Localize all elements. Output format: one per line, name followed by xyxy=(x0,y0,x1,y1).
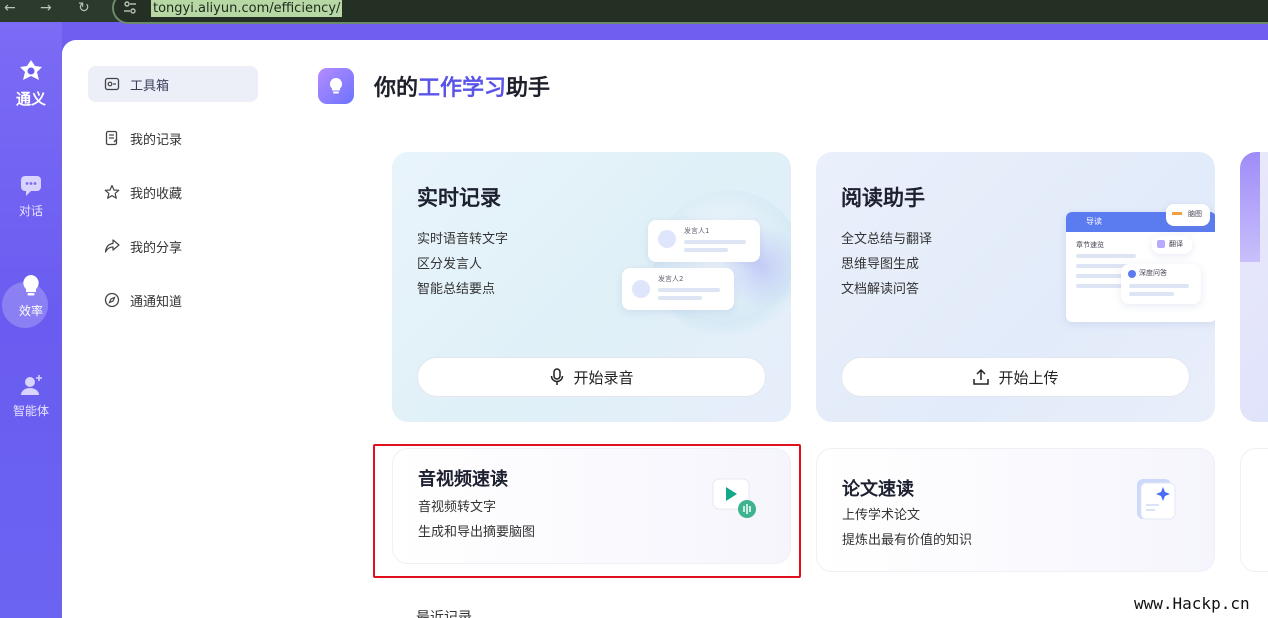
watermark: www.Hackp.cn xyxy=(1130,594,1254,613)
avatar-icon xyxy=(632,280,650,298)
feature-line: 上传学术论文 xyxy=(842,508,921,523)
record-icon xyxy=(105,130,118,146)
recent-records-heading: 最近记录 xyxy=(416,610,472,618)
site-settings-icon[interactable] xyxy=(122,0,138,16)
translate-label: 翻译 xyxy=(1169,240,1183,248)
rail-item-label: 效率 xyxy=(18,304,43,318)
bulb-icon xyxy=(23,275,39,296)
text-line xyxy=(1129,292,1174,296)
title-suffix: 助手 xyxy=(506,76,551,101)
text-line xyxy=(658,296,702,300)
mindmap-chip: 脑图 xyxy=(1166,204,1210,226)
title-prefix: 你的 xyxy=(374,76,419,101)
highlight-box xyxy=(373,444,801,578)
card-features: 上传学术论文 提炼出最有价值的知识 xyxy=(842,503,972,553)
menu-item-tongtong[interactable]: 通通知道 xyxy=(88,282,258,318)
qa-label: 深度问答 xyxy=(1139,269,1167,277)
decor-strip xyxy=(1240,152,1260,262)
translate-icon xyxy=(1157,240,1165,248)
url-text[interactable]: tongyi.aliyun.com/efficiency/ xyxy=(151,0,343,17)
main-panel: 工具箱 我的记录 我的收藏 我的分享 通通知道 你的工作学习助手 发言人1 发言… xyxy=(62,40,1268,618)
tongyi-logo[interactable]: 通义 xyxy=(0,58,62,109)
title-highlight: 工作学习 xyxy=(418,76,507,101)
agent-icon xyxy=(21,375,42,395)
toolbox-icon xyxy=(104,77,120,91)
text-line xyxy=(1129,284,1189,288)
text-line xyxy=(658,288,720,292)
card-features: 实时语音转文字 区分发言人 智能总结要点 xyxy=(417,227,508,302)
logo-text: 通义 xyxy=(15,90,46,108)
card-reading-assistant[interactable]: 导读 章节速览 翻译 深度问答 脑图 阅读助手 全文总结与翻译 思维导图生成 文… xyxy=(816,152,1215,422)
rail-item-agent[interactable]: 智能体 xyxy=(0,372,62,419)
menu-item-shares[interactable]: 我的分享 xyxy=(88,228,258,264)
menu-item-records[interactable]: 我的记录 xyxy=(88,120,258,156)
card-partial-right-small[interactable] xyxy=(1240,448,1268,572)
menu-item-label: 通通知道 xyxy=(130,294,183,310)
text-line xyxy=(1076,254,1136,258)
star-icon xyxy=(104,184,120,199)
rail-item-label: 对话 xyxy=(18,204,43,218)
microphone-icon xyxy=(551,368,564,385)
card-title: 论文速读 xyxy=(842,479,914,500)
forward-icon[interactable]: → xyxy=(40,0,52,18)
card-paper-quick-read[interactable]: 论文速读 上传学术论文 提炼出最有价值的知识 xyxy=(816,448,1215,572)
feature-line: 智能总结要点 xyxy=(417,282,496,297)
rail-item-chat[interactable]: 对话 xyxy=(0,172,62,219)
feature-line: 全文总结与翻译 xyxy=(841,232,933,247)
mindmap-label: 脑图 xyxy=(1188,210,1202,218)
start-recording-button[interactable]: 开始录音 xyxy=(417,357,766,397)
card-title: 阅读助手 xyxy=(841,186,925,210)
speaker-card-2: 发言人2 xyxy=(622,268,734,310)
upload-icon xyxy=(973,368,990,385)
menu-item-favorites[interactable]: 我的收藏 xyxy=(88,174,258,210)
avatar-icon xyxy=(658,230,676,248)
button-label: 开始上传 xyxy=(998,368,1059,387)
rail-item-label: 智能体 xyxy=(12,404,49,418)
speaker-label: 发言人1 xyxy=(684,227,710,235)
start-upload-button[interactable]: 开始上传 xyxy=(841,357,1190,397)
feature-line: 实时语音转文字 xyxy=(417,232,509,247)
card-realtime-record[interactable]: 发言人1 发言人2 实时记录 实时语音转文字 区分发言人 智能总结要点 开始录音 xyxy=(392,152,791,422)
feature-line: 思维导图生成 xyxy=(841,257,920,272)
tongyi-logo-icon xyxy=(20,60,42,80)
speaker-label: 发言人2 xyxy=(658,275,684,283)
menu-item-label: 我的记录 xyxy=(130,132,183,148)
compass-icon xyxy=(104,292,120,308)
qa-chip: 深度问答 xyxy=(1121,264,1201,304)
mindmap-icon xyxy=(1172,212,1182,215)
back-icon[interactable]: ← xyxy=(4,0,16,18)
feature-line: 文档解读问答 xyxy=(841,282,920,297)
qa-icon xyxy=(1128,270,1136,278)
menu-item-toolbox[interactable]: 工具箱 xyxy=(88,66,258,102)
card-features: 全文总结与翻译 思维导图生成 文档解读问答 xyxy=(841,227,932,302)
guide-label: 导读 xyxy=(1086,217,1102,226)
browser-toolbar: ← → ↻ tongyi.aliyun.com/efficiency/ xyxy=(0,0,1268,24)
translate-chip: 翻译 xyxy=(1152,236,1192,254)
menu-item-label: 我的收藏 xyxy=(130,186,183,202)
page-title: 你的工作学习助手 xyxy=(374,70,550,102)
page-header: 你的工作学习助手 xyxy=(318,68,550,104)
rail-item-efficiency[interactable]: 效率 xyxy=(0,272,62,319)
chat-icon xyxy=(21,176,41,196)
share-icon xyxy=(104,239,120,253)
card-partial-right[interactable] xyxy=(1240,152,1268,422)
text-line xyxy=(684,240,746,244)
menu-item-label: 我的分享 xyxy=(130,240,183,256)
section-label: 章节速览 xyxy=(1076,241,1104,249)
feature-line: 提炼出最有价值的知识 xyxy=(842,533,973,548)
text-line xyxy=(1076,274,1126,278)
tool-menu: 工具箱 我的记录 我的收藏 我的分享 通通知道 xyxy=(88,66,258,336)
assistant-bulb-icon xyxy=(318,68,354,104)
speaker-card-1: 发言人1 xyxy=(648,220,760,262)
feature-line: 区分发言人 xyxy=(417,257,483,272)
card-title: 实时记录 xyxy=(417,186,501,210)
paper-document-icon xyxy=(1137,479,1176,520)
reload-icon[interactable]: ↻ xyxy=(78,0,90,18)
button-label: 开始录音 xyxy=(573,368,634,387)
menu-item-label: 工具箱 xyxy=(130,78,170,94)
app-rail: 通义 对话 效率 智能体 xyxy=(0,22,62,618)
text-line xyxy=(684,248,728,252)
